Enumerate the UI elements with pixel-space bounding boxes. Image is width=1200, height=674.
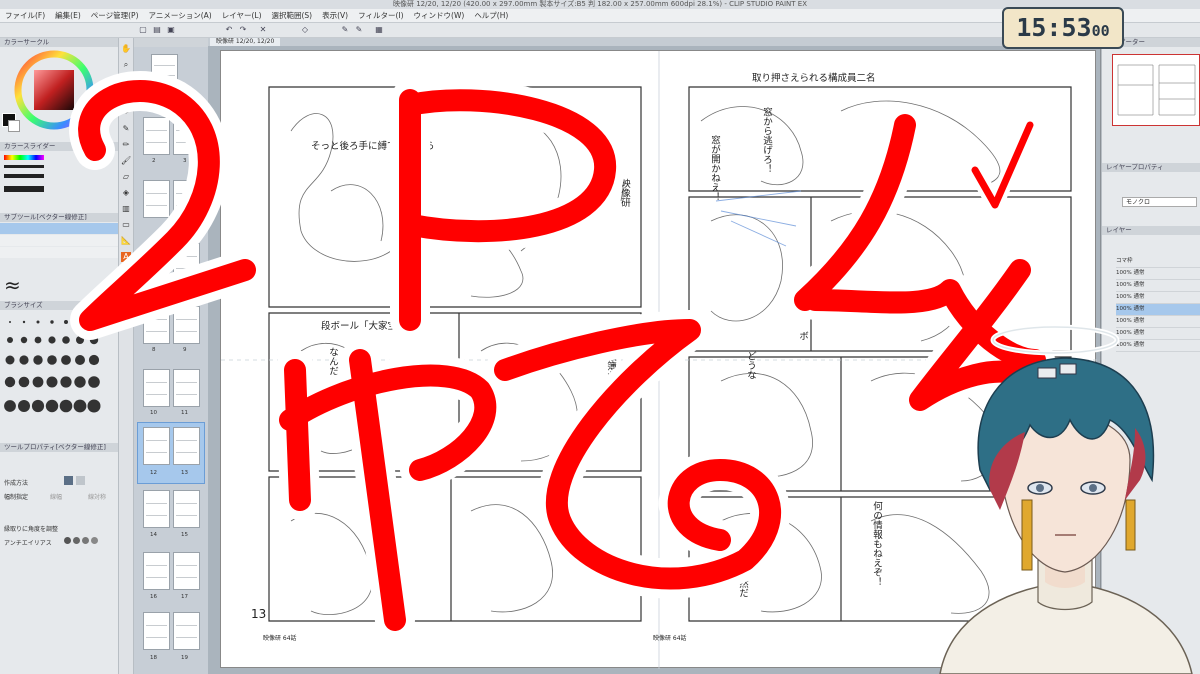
avatar [939,324,1193,674]
